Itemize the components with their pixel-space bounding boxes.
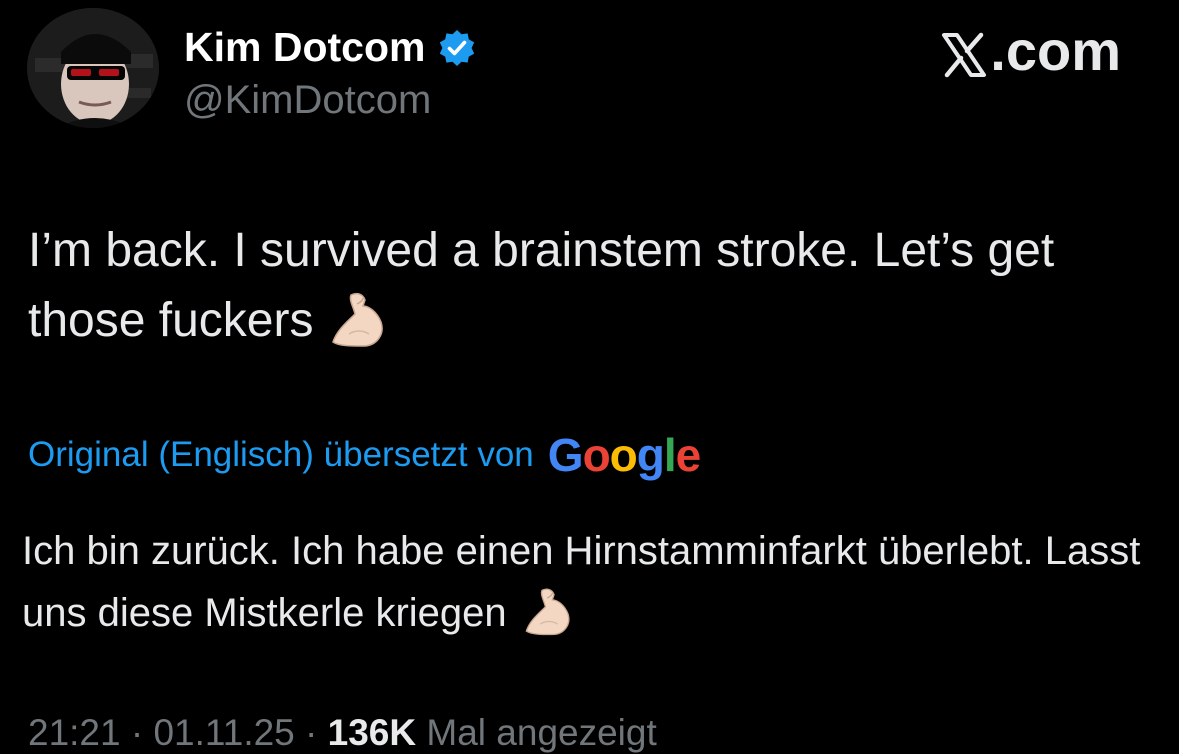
flexed-biceps-icon — [521, 586, 575, 638]
google-letter: g — [636, 429, 665, 481]
google-letter: o — [582, 429, 611, 481]
author-display-name[interactable]: Kim Dotcom — [184, 24, 425, 71]
meta-separator: · — [130, 712, 144, 753]
tweet-time[interactable]: 21:21 — [28, 712, 121, 753]
tweet-body: I’m back. I survived a brainstem stroke.… — [28, 224, 1055, 347]
view-count: 136K — [327, 712, 417, 753]
translated-body: Ich bin zurück. Ich habe einen Hirnstamm… — [22, 529, 1141, 635]
verified-badge-icon — [437, 28, 477, 68]
view-count-label: Mal angezeigt — [426, 712, 657, 753]
author-name[interactable]: Kim Dotcom — [184, 24, 477, 71]
profile-photo-icon — [27, 8, 159, 128]
tweet-text: I’m back. I survived a brainstem stroke.… — [28, 216, 1148, 356]
tweet-date[interactable]: 01.11.25 — [153, 712, 294, 753]
google-letter: G — [547, 429, 584, 481]
author-handle[interactable]: @KimDotcom — [184, 78, 431, 123]
avatar[interactable] — [27, 8, 159, 128]
brand-label: .com — [990, 19, 1121, 82]
tweet-meta: 21:21 · 01.11.25 · 136K Mal angezeigt — [28, 712, 657, 754]
translation-note[interactable]: Original (Englisch) übersetzt von Google — [28, 428, 702, 482]
x-logo-icon — [940, 27, 988, 77]
google-letter: e — [675, 429, 702, 481]
google-letter: l — [663, 429, 677, 481]
google-logo: Google — [547, 428, 702, 482]
translated-text: Ich bin zurück. Ich habe einen Hirnstamm… — [22, 520, 1152, 644]
meta-separator: · — [305, 712, 318, 753]
brand-watermark: .com — [940, 18, 1121, 83]
translation-label[interactable]: Original (Englisch) übersetzt von — [28, 435, 534, 475]
flexed-biceps-icon — [327, 290, 389, 350]
google-letter: o — [609, 429, 638, 481]
